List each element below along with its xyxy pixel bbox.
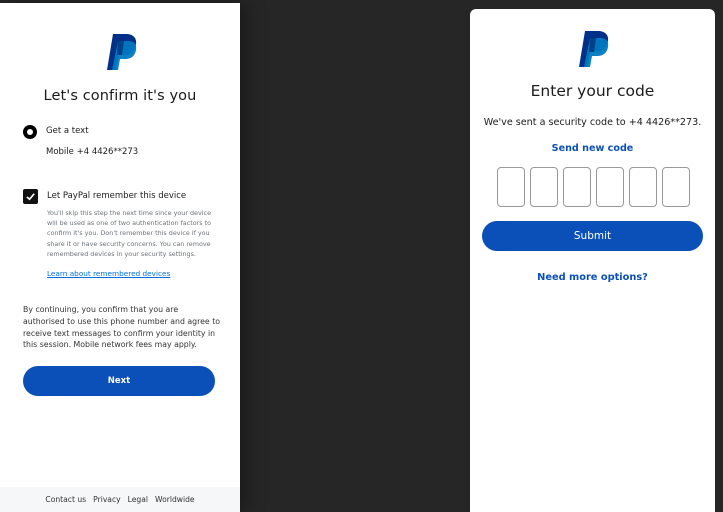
send-new-code-link[interactable]: Send new code [470, 143, 715, 154]
paypal-logo-icon [104, 32, 138, 72]
footer-privacy-link[interactable]: Privacy [93, 495, 121, 504]
need-more-options-link[interactable]: Need more options? [470, 272, 715, 283]
footer-contact-link[interactable]: Contact us [45, 495, 86, 504]
code-digit-input[interactable] [497, 167, 525, 207]
remember-device-checkbox[interactable] [23, 189, 38, 204]
footer: Contact us Privacy Legal Worldwide [0, 487, 240, 512]
enter-code-panel: Enter your code We've sent a security co… [470, 9, 715, 512]
code-digit-input[interactable] [596, 167, 624, 207]
paypal-logo-icon [576, 29, 610, 69]
security-code-inputs [497, 167, 690, 207]
next-button[interactable]: Next [23, 366, 215, 396]
code-digit-input[interactable] [530, 167, 558, 207]
code-digit-input[interactable] [629, 167, 657, 207]
learn-remembered-devices-link[interactable]: Learn about remembered devices [47, 269, 170, 278]
confirm-identity-panel: Let's confirm it's you Get a text Mobile… [0, 3, 240, 512]
code-digit-input[interactable] [662, 167, 690, 207]
footer-legal-link[interactable]: Legal [128, 495, 148, 504]
consent-text: By continuing, you confirm that you are … [23, 305, 221, 350]
get-text-radio[interactable] [23, 125, 37, 139]
code-digit-input[interactable] [563, 167, 591, 207]
mobile-number: Mobile +4 4426**273 [46, 147, 139, 157]
checkmark-icon [26, 193, 35, 201]
code-sent-message: We've sent a security code to +4 4426**2… [483, 117, 702, 128]
screenshot-stage: Let's confirm it's you Get a text Mobile… [0, 0, 723, 512]
remember-device-description: You'll skip this step the next time sinc… [47, 209, 212, 258]
submit-button[interactable]: Submit [482, 221, 703, 251]
footer-worldwide-link[interactable]: Worldwide [155, 495, 195, 504]
get-text-label[interactable]: Get a text [46, 126, 89, 136]
enter-code-title: Enter your code [530, 82, 655, 100]
remember-device-label[interactable]: Let PayPal remember this device [47, 191, 186, 201]
page-title: Let's confirm it's you [43, 88, 197, 104]
